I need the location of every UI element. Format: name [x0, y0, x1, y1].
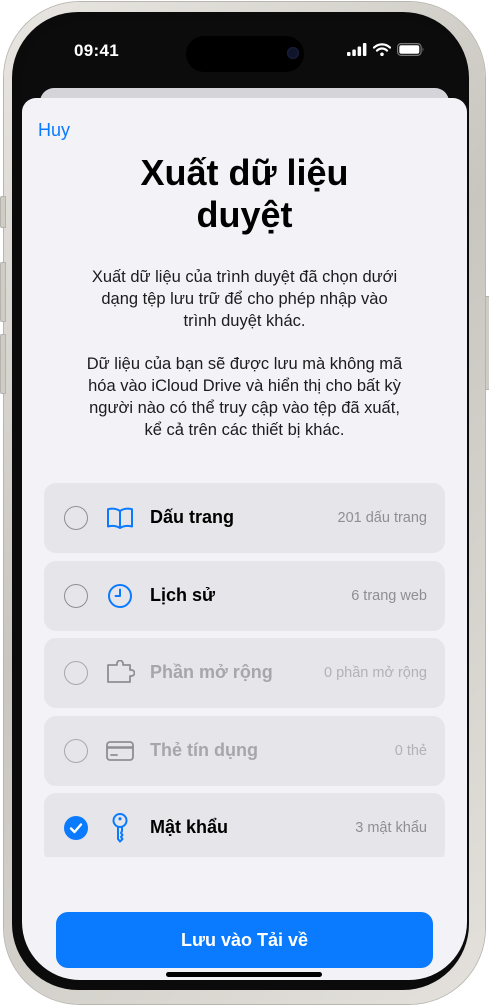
title-line-2: duyệt — [196, 194, 293, 235]
option-label: Lịch sử — [150, 584, 216, 605]
volume-down-button — [0, 334, 6, 394]
radio-button-checked[interactable] — [64, 816, 88, 840]
description-2-line: kể cả trên các thiết bị khác. — [144, 421, 345, 439]
description-1-line: Xuất dữ liệu của trình duyệt đã chọn dướ… — [91, 268, 398, 286]
radio-button[interactable] — [64, 583, 88, 608]
camera-icon — [287, 47, 299, 59]
description-2-line: người nào có thể truy cập vào tệp đã xuấ… — [89, 399, 400, 417]
option-row-credit-cards: Thẻ tín dụng 0 thẻ — [44, 715, 445, 786]
battery-icon — [397, 43, 424, 56]
option-count: 0 thẻ — [394, 742, 427, 759]
option-count: 3 mật khẩu — [355, 820, 427, 836]
key-icon — [104, 812, 136, 844]
status-time: 09:41 — [74, 41, 119, 60]
checkmark-icon — [69, 823, 83, 834]
title-line-1: Xuất dữ liệu — [140, 152, 349, 193]
description-1-line: trình duyệt khác. — [183, 312, 306, 330]
wifi-icon — [373, 43, 391, 56]
status-icons — [347, 43, 425, 56]
option-label: Thẻ tín dụng — [150, 739, 258, 760]
action-button — [0, 196, 6, 228]
radio-button — [64, 661, 88, 685]
option-label: Phần mở rộng — [150, 662, 273, 682]
export-sheet: Huy Xuất dữ liệu duyệt Xuất dữ liệu của … — [22, 98, 467, 980]
radio-button[interactable] — [64, 506, 88, 530]
option-label: Dấu trang — [150, 507, 235, 527]
option-row-passwords[interactable]: Mật khẩu 3 mật khẩu — [44, 793, 445, 857]
description-2-line: Dữ liệu của bạn sẽ được lưu mà không mã — [86, 355, 403, 373]
export-options-list: Dấu trang 201 dấu trang Lịch sử 6 trang … — [44, 483, 445, 857]
home-indicator — [166, 972, 322, 977]
extension-icon — [104, 657, 136, 689]
page-title: Xuất dữ liệu duyệt — [22, 152, 467, 236]
save-to-downloads-button[interactable]: Lưu vào Tải về — [56, 912, 433, 968]
power-button — [485, 296, 489, 390]
clock-icon — [104, 580, 136, 612]
volume-up-button — [0, 262, 6, 322]
option-label: Mật khẩu — [150, 817, 229, 837]
radio-button — [64, 738, 88, 763]
book-icon — [104, 502, 136, 534]
option-count: 6 trang web — [351, 587, 427, 604]
cellular-signal-icon — [347, 43, 367, 56]
cancel-button[interactable]: Huy — [38, 120, 70, 141]
description-1: Xuất dữ liệu của trình duyệt đã chọn dướ… — [72, 266, 417, 332]
option-row-history[interactable]: Lịch sử 6 trang web — [44, 560, 445, 631]
screen: 09:41 Huy Xuất dữ liệu duyệt Xuất dữ liệ… — [22, 22, 467, 980]
option-row-bookmarks[interactable]: Dấu trang 201 dấu trang — [44, 483, 445, 553]
option-count: 0 phần mở rộng — [323, 665, 427, 681]
option-row-extensions: Phần mở rộng 0 phần mở rộng — [44, 638, 445, 708]
description-2-line: hóa vào iCloud Drive và hiển thị cho bất… — [88, 377, 401, 395]
description-2: Dữ liệu của bạn sẽ được lưu mà không mã … — [72, 353, 417, 441]
credit-card-icon — [104, 735, 136, 767]
description-1-line: dạng tệp lưu trữ để cho phép nhập vào — [101, 290, 388, 308]
option-count: 201 dấu trang — [337, 510, 428, 526]
